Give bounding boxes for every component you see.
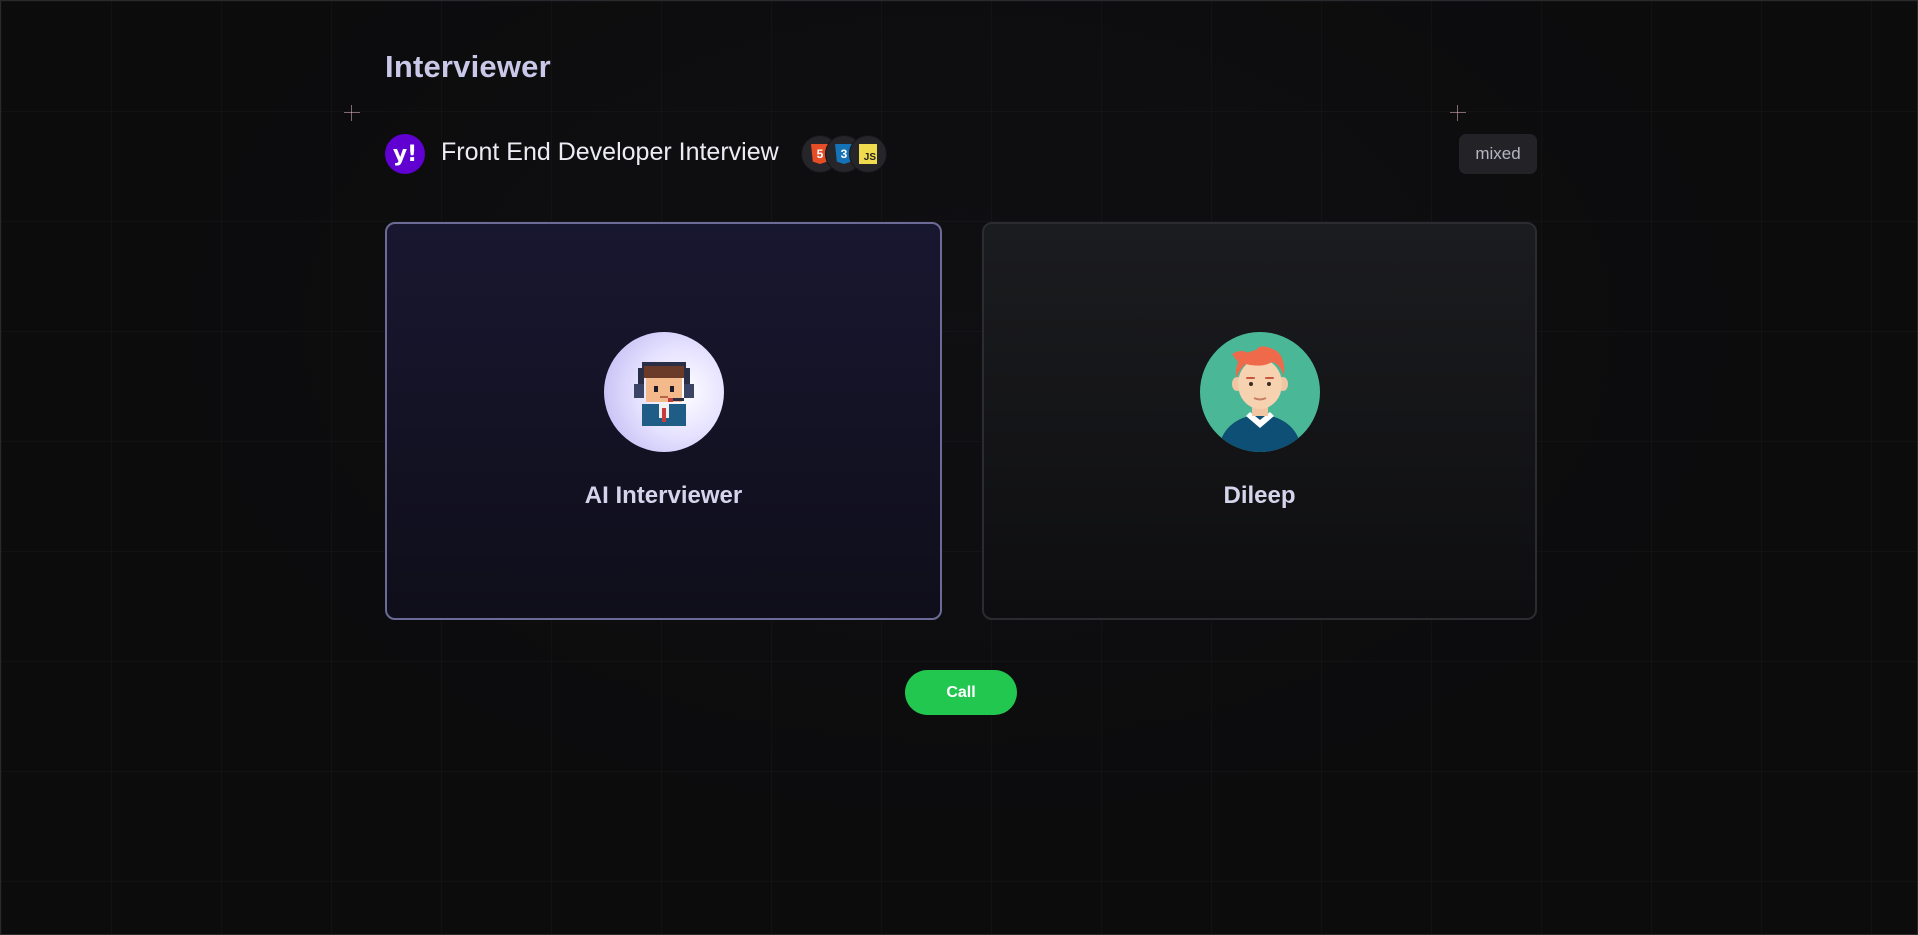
sparkle-decoration [1450,105,1466,121]
yahoo-logo-icon: y! [385,134,425,174]
user-avatar-icon [1199,332,1320,452]
sparkle-decoration [344,105,360,121]
call-button[interactable]: Call [905,670,1017,715]
javascript-icon: JS [849,135,887,173]
app-background: Interviewer y! Front End Developer Inter… [0,0,1918,935]
pixel-interviewer-avatar-icon [603,332,724,452]
ai-interviewer-name: AI Interviewer [584,482,743,509]
user-name: Dileep [1223,482,1296,509]
job-title: Front End Developer Interview [441,138,779,166]
company-logo-text: y! [392,141,418,167]
javascript-badge: JS [859,144,877,164]
ai-interviewer-card: AI Interviewer [385,222,942,620]
page-title: Interviewer [385,49,551,84]
interview-mode-badge: mixed [1459,134,1537,174]
user-card: Dileep [982,222,1537,620]
